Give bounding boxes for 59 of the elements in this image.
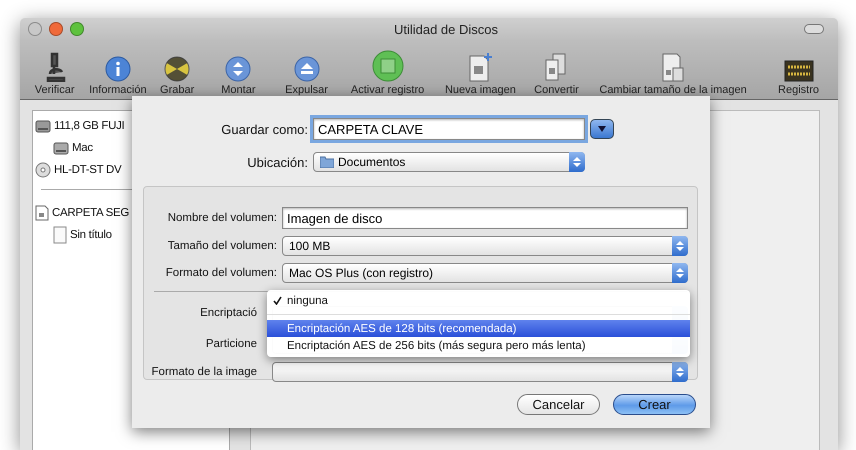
minimize-button[interactable]	[49, 22, 63, 36]
menu-item[interactable]: Encriptación AES de 128 bits (recomendada)	[267, 320, 690, 337]
up-down-arrows-icon	[225, 56, 252, 82]
input-field[interactable]: Imagen de disco	[282, 207, 688, 229]
toolbar-button[interactable]: Convertir	[526, 52, 588, 96]
toolbar-button[interactable]: Cambiar tamaño de la imagen	[589, 52, 757, 96]
expand-button[interactable]	[590, 119, 614, 139]
eject-icon	[294, 56, 320, 82]
toolbar-button[interactable]: Registro	[759, 60, 838, 96]
menu-item[interactable]: Encriptación AES de 256 bits (más segura pero más lenta)	[267, 337, 690, 354]
documents-icon	[660, 52, 686, 82]
sidebar-item[interactable]: Sin título	[70, 229, 112, 241]
toolbar-button[interactable]: Montar	[204, 56, 273, 96]
dialog-button[interactable]: Cancelar	[517, 394, 600, 415]
hard-drive-icon	[53, 140, 69, 156]
new-document-icon	[467, 52, 494, 82]
popup-button[interactable]: Documentos	[313, 152, 585, 172]
window-title: Utilidad de Discos	[392, 22, 500, 36]
document-icon	[35, 205, 49, 221]
caret-icon	[598, 126, 606, 132]
info-icon	[104, 56, 131, 82]
field-label: Particione	[204, 338, 257, 350]
sidebar-item[interactable]: 111,8 GB FUJI	[54, 120, 124, 132]
dialog-button[interactable]: Crear	[613, 394, 696, 415]
close-button[interactable]	[28, 22, 42, 36]
radiation-icon	[164, 56, 190, 82]
up-down-arrows-icon	[676, 366, 684, 378]
toolbar-button[interactable]: Activar registro	[340, 50, 435, 96]
hard-drive-icon	[35, 118, 51, 134]
field-label: Tamaño del volumen:	[166, 240, 277, 252]
popup-button[interactable]: 100 MB	[282, 236, 688, 256]
sidebar-item[interactable]: HL-DT-ST DV	[54, 164, 122, 176]
disk-image-icon	[372, 50, 404, 82]
field-label: Formato de la image	[150, 366, 257, 378]
disc-icon	[35, 162, 51, 178]
toolbar-toggle-button[interactable]	[804, 24, 824, 34]
zoom-button[interactable]	[70, 22, 84, 36]
toolbar-button[interactable]: Información	[85, 56, 150, 96]
field-label: Ubicación:	[246, 154, 308, 170]
field-label: Formato del volumen:	[164, 267, 277, 279]
sidebar-item[interactable]: Mac	[72, 142, 93, 154]
toolbar-button[interactable]: Expulsar	[274, 56, 338, 96]
menu-item[interactable]: ninguna	[267, 292, 690, 309]
toolbar-button[interactable]: Grabar	[152, 56, 202, 96]
toolbar-button[interactable]: Nueva imagen	[436, 52, 524, 96]
popup-button[interactable]: Mac OS Plus (con registro)	[282, 263, 688, 283]
up-down-arrows-icon	[676, 267, 684, 279]
up-down-arrows-icon	[676, 240, 684, 252]
popup-button[interactable]	[272, 362, 688, 382]
field-label: Encriptació	[199, 307, 257, 319]
field-label: Nombre del volumen:	[166, 212, 277, 224]
up-down-arrows-icon	[573, 156, 581, 168]
input-field[interactable]: CARPETA CLAVE	[313, 118, 585, 140]
blank-volume-icon	[53, 226, 67, 244]
folder-icon	[320, 156, 334, 168]
sidebar-item[interactable]: CARPETA SEG	[52, 207, 130, 219]
field-label: Guardar como:	[220, 122, 308, 136]
toolbar-button[interactable]: Verificar	[26, 52, 84, 96]
log-display-icon	[784, 60, 814, 82]
